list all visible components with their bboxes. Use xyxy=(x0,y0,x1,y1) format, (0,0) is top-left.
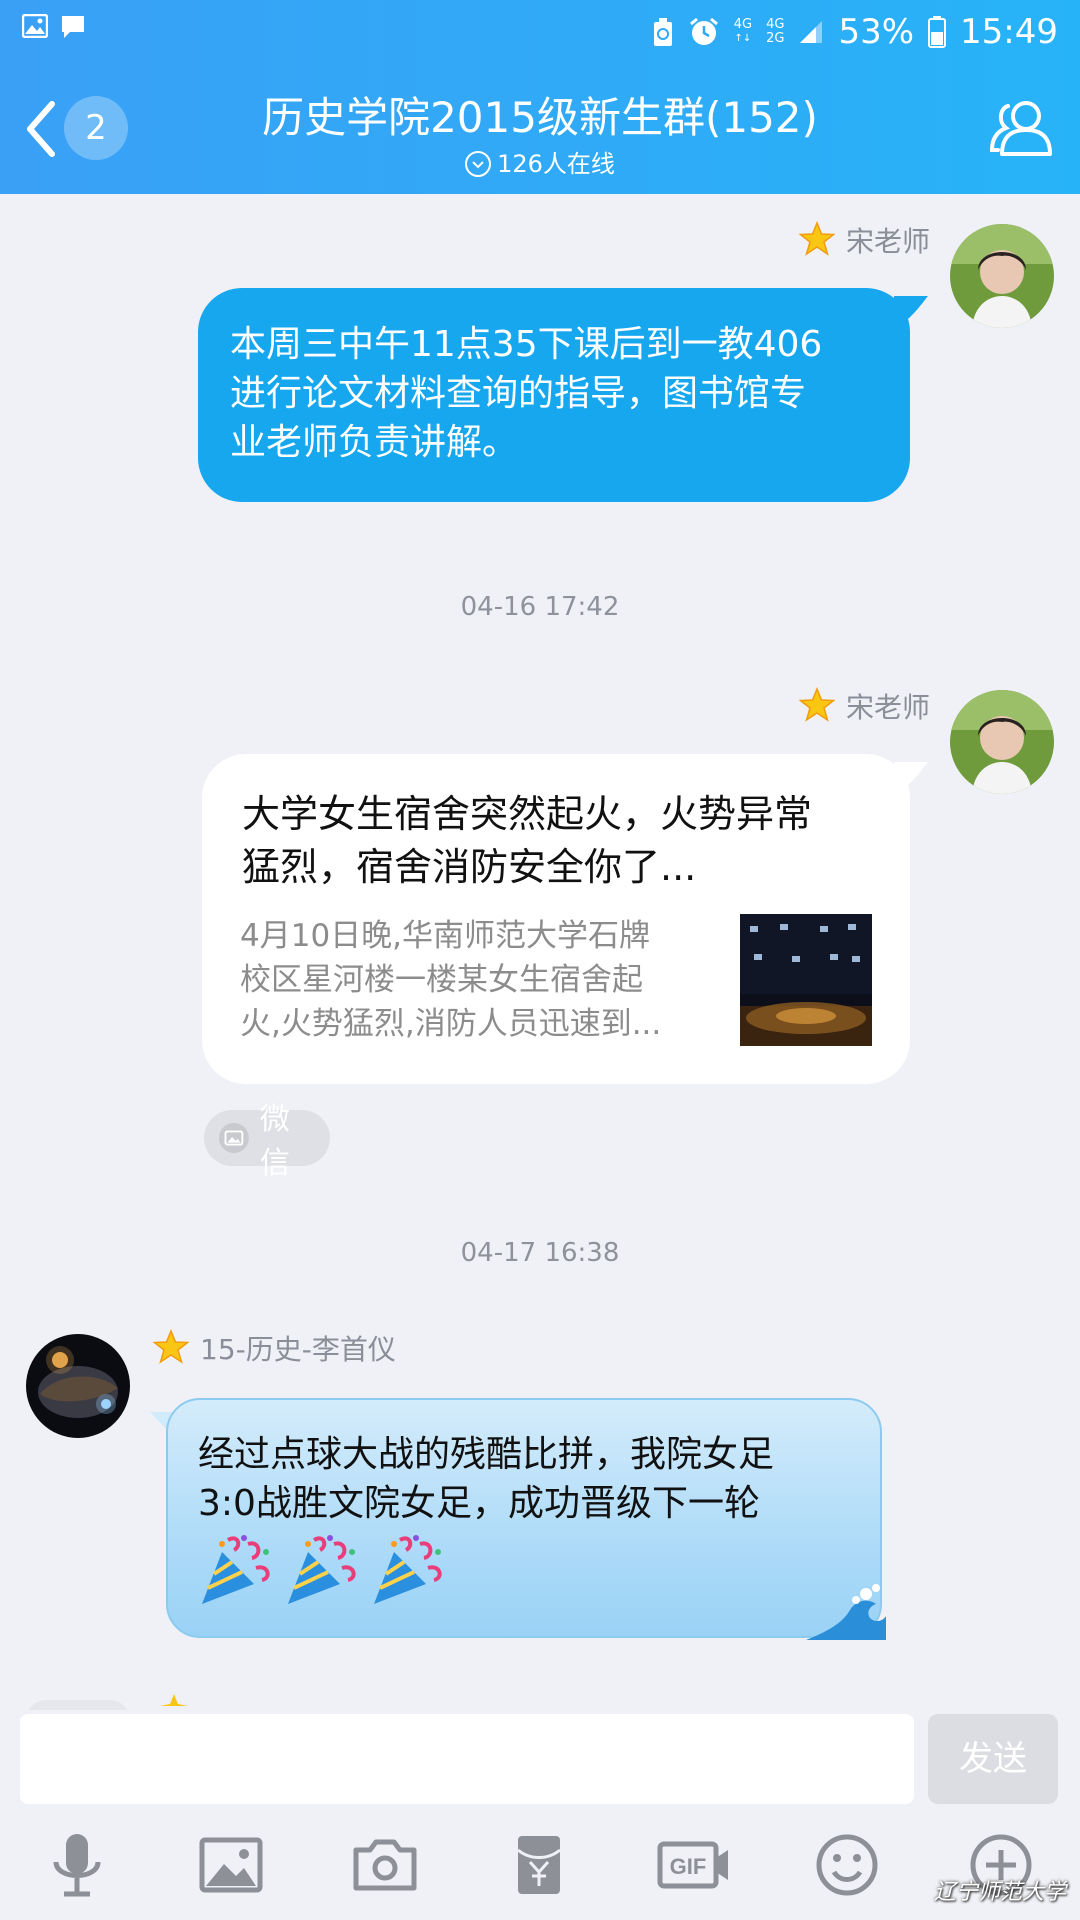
message-input[interactable] xyxy=(20,1714,914,1804)
card-desc-line: 火,火势猛烈,消防人员迅速到... xyxy=(240,1006,662,1042)
card-thumbnail xyxy=(740,914,872,1046)
source-tag[interactable]: 微信 xyxy=(204,1102,330,1181)
message-notification-icon xyxy=(62,16,84,38)
avatar xyxy=(26,1700,130,1710)
teacher-avatar-image xyxy=(950,690,1054,794)
night-building-thumbnail xyxy=(740,914,872,1046)
star-badge-icon xyxy=(798,687,836,722)
message-text-line: 经过点球大战的残酷比拼，我院女足 xyxy=(198,1434,775,1475)
emoji-row xyxy=(198,1532,446,1608)
message-text-line: 业老师负责讲解。 xyxy=(230,422,519,463)
microphone-icon[interactable] xyxy=(42,1830,112,1900)
online-count-label: 126人在线 xyxy=(497,150,615,178)
watermark: 辽宁师范大学 xyxy=(933,1880,1066,1905)
gif-icon[interactable]: GIF xyxy=(656,1830,732,1900)
card-title-line: 猛烈，宿舍消防安全你了... xyxy=(242,845,697,889)
alarm-icon xyxy=(689,17,718,45)
link-card[interactable]: 大学女生宿舍突然起火，火势异常 猛烈，宿舍消防安全你了... 4月10日晚,华南… xyxy=(202,754,910,1084)
teacher-avatar-image xyxy=(950,224,1054,328)
network-dual-label: 4G 2G xyxy=(766,18,784,46)
network-top: 4G xyxy=(733,17,753,32)
signal-icon xyxy=(800,21,823,43)
emoji-icon[interactable] xyxy=(812,1830,882,1900)
source-label: 微信 xyxy=(259,1102,290,1181)
party-popper-icon xyxy=(288,1535,356,1604)
card-desc-line: 4月10日晚,华南师范大学石牌 xyxy=(240,918,651,954)
card-desc-line: 校区星河楼一楼某女生宿舍起 xyxy=(240,962,643,998)
party-popper-icon xyxy=(202,1535,270,1604)
card-title: 大学女生宿舍突然起火，火势异常 猛烈，宿舍消防安全你了... xyxy=(242,788,892,894)
star-badge-icon xyxy=(160,1694,188,1706)
sender-name: 宋老师 xyxy=(845,225,930,258)
message-text-line: 本周三中午11点35下课后到一教406 xyxy=(230,324,823,365)
network-b: 2G xyxy=(766,31,785,46)
sender-name: 宋老师 xyxy=(845,691,930,724)
message-timestamp: 04-17 16:38 xyxy=(460,1238,620,1268)
sender-label: 宋老师 xyxy=(798,686,930,726)
wave-decoration-icon xyxy=(806,1584,886,1640)
message-bubble[interactable]: 本周三中午11点35下课后到一教406 进行论文材料查询的指导，图书馆专 业老师… xyxy=(198,288,910,502)
battery-saver-icon xyxy=(653,18,672,46)
send-button[interactable]: 发送 xyxy=(928,1714,1058,1804)
space-avatar-image xyxy=(26,1334,130,1438)
message-list[interactable]: 宋老师 本周三中午11点35下课后到一教406 进行论文材料查询的指导，图书馆专… xyxy=(0,194,1080,1710)
network-a: 4G xyxy=(766,17,785,32)
message-timestamp: 04-16 17:42 xyxy=(460,592,620,622)
group-members-icon[interactable] xyxy=(986,92,1058,164)
sender-label: 15-历史-李首仪 xyxy=(152,1328,396,1368)
message-text-line: 进行论文材料查询的指导，图书馆专 xyxy=(230,373,807,414)
network-4g-label: 4G ↑↓ xyxy=(734,18,752,46)
network-arrows-icon: ↑↓ xyxy=(734,33,752,44)
battery-icon xyxy=(928,16,947,48)
message-text: 经过点球大战的残酷比拼，我院女足 3:0战胜文院女足，成功晋级下一轮 xyxy=(198,1430,858,1528)
sender-name: 15-历史-李首仪 xyxy=(200,1333,396,1366)
card-description: 4月10日晚,华南师范大学石牌 校区星河楼一楼某女生宿舍起 火,火势猛烈,消防人… xyxy=(240,914,700,1046)
star-badge-icon xyxy=(152,1329,190,1364)
camera-icon[interactable] xyxy=(350,1830,420,1900)
sender-label: 宋老师 xyxy=(798,220,930,260)
status-bar: 4G ↑↓ 4G 2G 53% 15:49 xyxy=(0,0,1080,64)
message-text-line: 3:0战胜文院女足，成功晋级下一轮 xyxy=(198,1483,760,1524)
card-title-line: 大学女生宿舍突然起火，火势异常 xyxy=(242,792,813,836)
battery-percent: 53% xyxy=(838,12,915,52)
message-bubble[interactable]: 经过点球大战的残酷比拼，我院女足 3:0战胜文院女足，成功晋级下一轮 xyxy=(166,1398,886,1640)
clock: 15:49 xyxy=(960,12,1058,52)
red-envelope-icon[interactable] xyxy=(504,1830,574,1900)
online-count[interactable]: 126人在线 xyxy=(0,144,1080,179)
avatar[interactable] xyxy=(950,690,1054,794)
avatar[interactable] xyxy=(26,1334,130,1438)
group-title: 历史学院2015级新生群(152) xyxy=(262,93,818,142)
svg-text:GIF: GIF xyxy=(670,1854,707,1879)
image-icon[interactable] xyxy=(196,1830,266,1900)
star-badge-icon xyxy=(798,221,836,256)
input-bar: 发送 GIF 辽宁师范大学 xyxy=(0,1710,1080,1920)
gallery-notification-icon xyxy=(22,14,48,38)
party-popper-icon xyxy=(374,1535,442,1604)
status-right: 4G ↑↓ 4G 2G 53% 15:49 xyxy=(652,12,1058,52)
chat-header: 4G ↑↓ 4G 2G 53% 15:49 2 历史学院2015级新生群(152… xyxy=(0,0,1080,194)
nav-bar: 2 历史学院2015级新生群(152) 126人在线 xyxy=(0,64,1080,194)
avatar[interactable] xyxy=(950,224,1054,328)
chevron-down-circle-icon xyxy=(465,151,492,177)
image-icon xyxy=(218,1123,249,1153)
